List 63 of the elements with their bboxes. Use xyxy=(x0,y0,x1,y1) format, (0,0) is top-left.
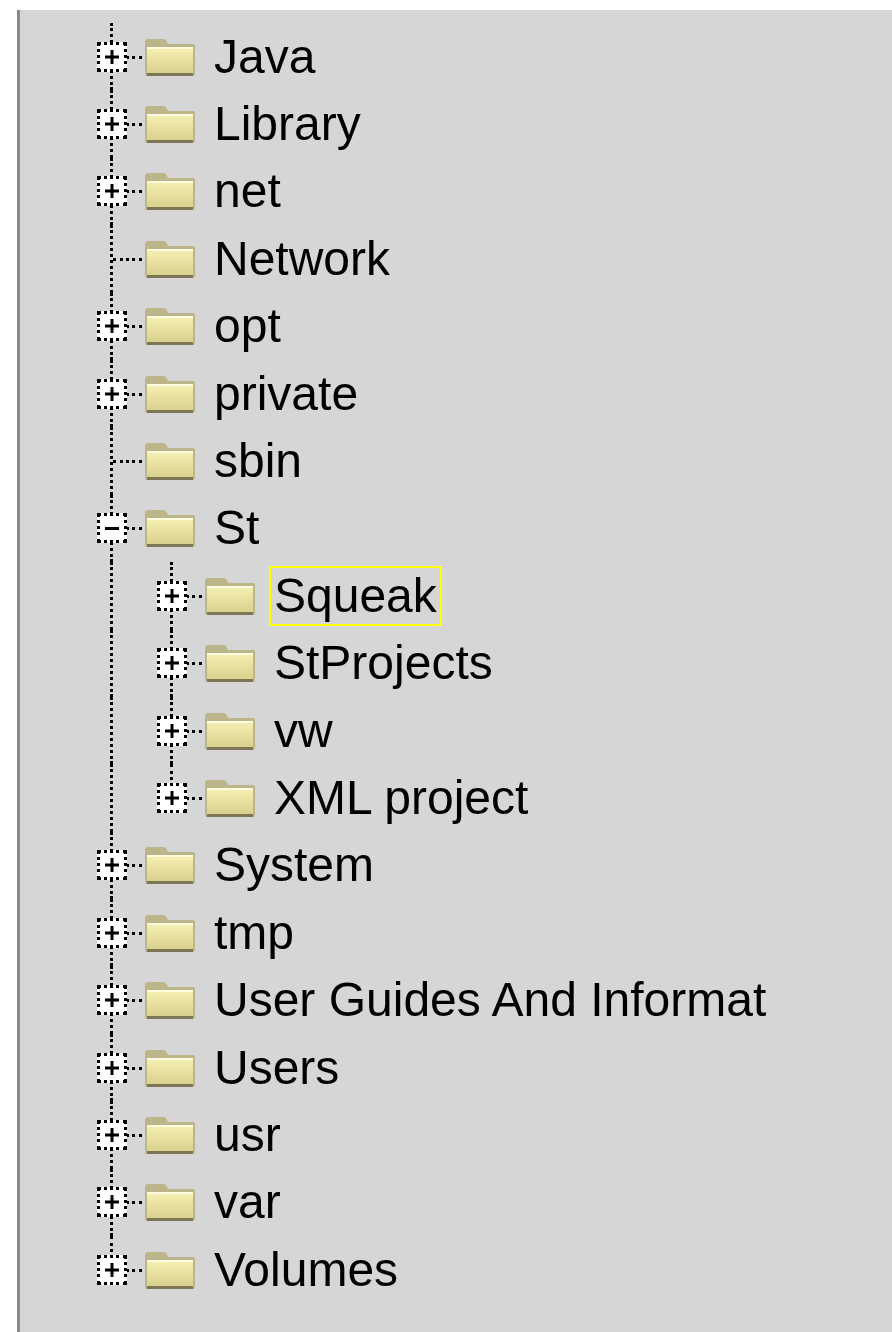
plus-icon xyxy=(164,655,180,672)
folder-name[interactable]: Squeak xyxy=(269,565,442,626)
folder-name[interactable]: User Guides And Informat xyxy=(209,970,772,1031)
expander-toggle[interactable] xyxy=(97,1254,127,1285)
folder-icon xyxy=(203,777,257,819)
folder-icon xyxy=(143,507,197,550)
folder-name[interactable]: vw xyxy=(269,700,338,761)
expander-toggle[interactable] xyxy=(97,378,127,409)
plus-icon xyxy=(104,1194,120,1211)
plus-icon xyxy=(104,857,120,874)
expander-toggle[interactable] xyxy=(97,850,127,881)
expander-toggle[interactable] xyxy=(157,580,187,611)
folder-name[interactable]: private xyxy=(209,363,364,424)
expander-toggle[interactable] xyxy=(97,311,127,342)
folder-name[interactable]: Users xyxy=(209,1037,345,1098)
folder-icon xyxy=(143,305,197,348)
folder-icon xyxy=(143,844,197,887)
plus-icon xyxy=(104,1059,120,1076)
folder-name[interactable]: Volumes xyxy=(209,1239,404,1300)
folder-name[interactable]: var xyxy=(209,1172,286,1233)
expander-toggle[interactable] xyxy=(157,783,187,813)
folder-icon xyxy=(143,170,197,213)
folder-name[interactable]: net xyxy=(209,161,286,222)
folder-name[interactable]: Library xyxy=(209,94,366,155)
expander-toggle[interactable] xyxy=(97,1187,127,1218)
plus-icon xyxy=(164,587,180,604)
plus-icon xyxy=(104,385,120,402)
folder-name[interactable]: System xyxy=(209,835,380,896)
folder-name[interactable]: XML project xyxy=(269,768,534,828)
folder-name[interactable]: Network xyxy=(209,228,396,289)
folder-icon xyxy=(143,979,197,1022)
plus-icon xyxy=(104,1261,120,1278)
folder-name[interactable]: Java xyxy=(209,26,321,87)
plus-icon xyxy=(104,116,120,133)
folder-icon xyxy=(143,440,197,483)
expander-toggle[interactable] xyxy=(157,715,187,746)
folder-name[interactable]: usr xyxy=(209,1104,286,1165)
expander-toggle[interactable] xyxy=(97,513,127,544)
expander-toggle[interactable] xyxy=(97,985,127,1016)
plus-icon xyxy=(104,183,120,200)
folder-name[interactable]: StProjects xyxy=(269,633,498,694)
folder-name[interactable]: St xyxy=(209,498,265,559)
expander-toggle[interactable] xyxy=(97,1052,127,1083)
folder-icon xyxy=(203,642,257,685)
folder-icon xyxy=(143,103,197,146)
plus-icon xyxy=(104,924,120,941)
expander-toggle[interactable] xyxy=(97,176,127,207)
expander-toggle[interactable] xyxy=(97,1119,127,1150)
folder-name[interactable]: sbin xyxy=(209,431,308,492)
plus-icon xyxy=(104,1126,120,1143)
plus-icon xyxy=(104,318,120,335)
expander-toggle[interactable] xyxy=(97,917,127,948)
folder-icon xyxy=(143,1181,197,1224)
folder-name[interactable]: tmp xyxy=(209,902,299,963)
plus-icon xyxy=(104,48,120,65)
expander-toggle[interactable] xyxy=(97,109,127,140)
plus-icon xyxy=(104,992,120,1009)
folder-name[interactable]: opt xyxy=(209,296,286,357)
minus-icon xyxy=(105,526,119,530)
expander-toggle[interactable] xyxy=(97,41,127,72)
plus-icon xyxy=(164,722,180,739)
plus-icon xyxy=(164,790,180,806)
expander-toggle[interactable] xyxy=(157,648,187,679)
